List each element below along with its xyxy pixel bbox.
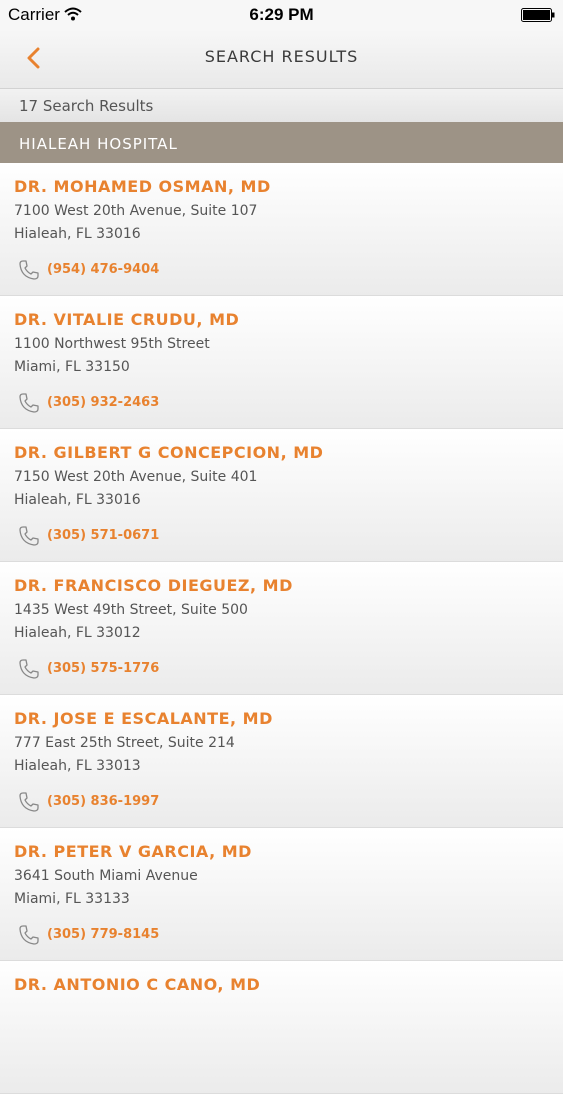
phone-icon bbox=[19, 526, 39, 546]
address-line2: Hialeah, FL 33012 bbox=[14, 625, 141, 641]
list-item[interactable]: DR. ANTONIO C CANO, MD bbox=[0, 961, 563, 1094]
status-time: 6:29 PM bbox=[249, 5, 314, 24]
section-title: HIALEAH HOSPITAL bbox=[19, 135, 178, 153]
doctor-list: DR. MOHAMED OSMAN, MD 7100 West 20th Ave… bbox=[0, 163, 563, 1094]
phone-icon bbox=[19, 792, 39, 812]
list-item[interactable]: DR. VITALIE CRUDU, MD 1100 Northwest 95t… bbox=[0, 296, 563, 429]
doctor-name: DR. JOSE E ESCALANTE, MD bbox=[14, 709, 273, 728]
nav-bar: SEARCH RESULTS bbox=[0, 30, 563, 89]
address-line1: 777 East 25th Street, Suite 214 bbox=[14, 735, 235, 751]
address-line1: 7150 West 20th Avenue, Suite 401 bbox=[14, 469, 258, 485]
doctor-name: DR. GILBERT G CONCEPCION, MD bbox=[14, 443, 324, 462]
phone-link[interactable]: (305) 571-0671 bbox=[47, 528, 159, 543]
doctor-name: DR. MOHAMED OSMAN, MD bbox=[14, 177, 271, 196]
address-line1: 3641 South Miami Avenue bbox=[14, 868, 198, 884]
doctor-name: DR. VITALIE CRUDU, MD bbox=[14, 310, 240, 329]
phone-link[interactable]: (305) 779-8145 bbox=[47, 927, 159, 942]
doctor-name: DR. FRANCISCO DIEGUEZ, MD bbox=[14, 576, 293, 595]
phone-link[interactable]: (954) 476-9404 bbox=[47, 262, 159, 277]
results-count: 17 Search Results bbox=[19, 97, 154, 115]
list-item[interactable]: DR. GILBERT G CONCEPCION, MD 7150 West 2… bbox=[0, 429, 563, 562]
address-line2: Miami, FL 33150 bbox=[14, 359, 130, 375]
phone-icon bbox=[19, 925, 39, 945]
section-header: HIALEAH HOSPITAL bbox=[0, 122, 563, 163]
phone-icon bbox=[19, 393, 39, 413]
address-line2: Hialeah, FL 33013 bbox=[14, 758, 141, 774]
address-line2: Hialeah, FL 33016 bbox=[14, 492, 141, 508]
list-item[interactable]: DR. MOHAMED OSMAN, MD 7100 West 20th Ave… bbox=[0, 163, 563, 296]
battery-icon bbox=[521, 8, 555, 22]
phone-link[interactable]: (305) 575-1776 bbox=[47, 661, 159, 676]
address-line2: Hialeah, FL 33016 bbox=[14, 226, 141, 242]
phone-link[interactable]: (305) 836-1997 bbox=[47, 794, 159, 809]
address-line1: 1100 Northwest 95th Street bbox=[14, 336, 210, 352]
doctor-name: DR. PETER V GARCIA, MD bbox=[14, 842, 252, 861]
phone-link[interactable]: (305) 932-2463 bbox=[47, 395, 159, 410]
address-line1: 1435 West 49th Street, Suite 500 bbox=[14, 602, 248, 618]
results-count-bar: 17 Search Results bbox=[0, 89, 563, 122]
page-title: SEARCH RESULTS bbox=[204, 47, 359, 66]
status-bar: Carrier 6:29 PM bbox=[0, 0, 563, 30]
address-line1: 7100 West 20th Avenue, Suite 107 bbox=[14, 203, 258, 219]
list-item[interactable]: DR. JOSE E ESCALANTE, MD 777 East 25th S… bbox=[0, 695, 563, 828]
phone-icon bbox=[19, 659, 39, 679]
list-item[interactable]: DR. FRANCISCO DIEGUEZ, MD 1435 West 49th… bbox=[0, 562, 563, 695]
doctor-name: DR. ANTONIO C CANO, MD bbox=[14, 975, 261, 994]
phone-icon bbox=[19, 260, 39, 280]
address-line2: Miami, FL 33133 bbox=[14, 891, 130, 907]
list-item[interactable]: DR. PETER V GARCIA, MD 3641 South Miami … bbox=[0, 828, 563, 961]
